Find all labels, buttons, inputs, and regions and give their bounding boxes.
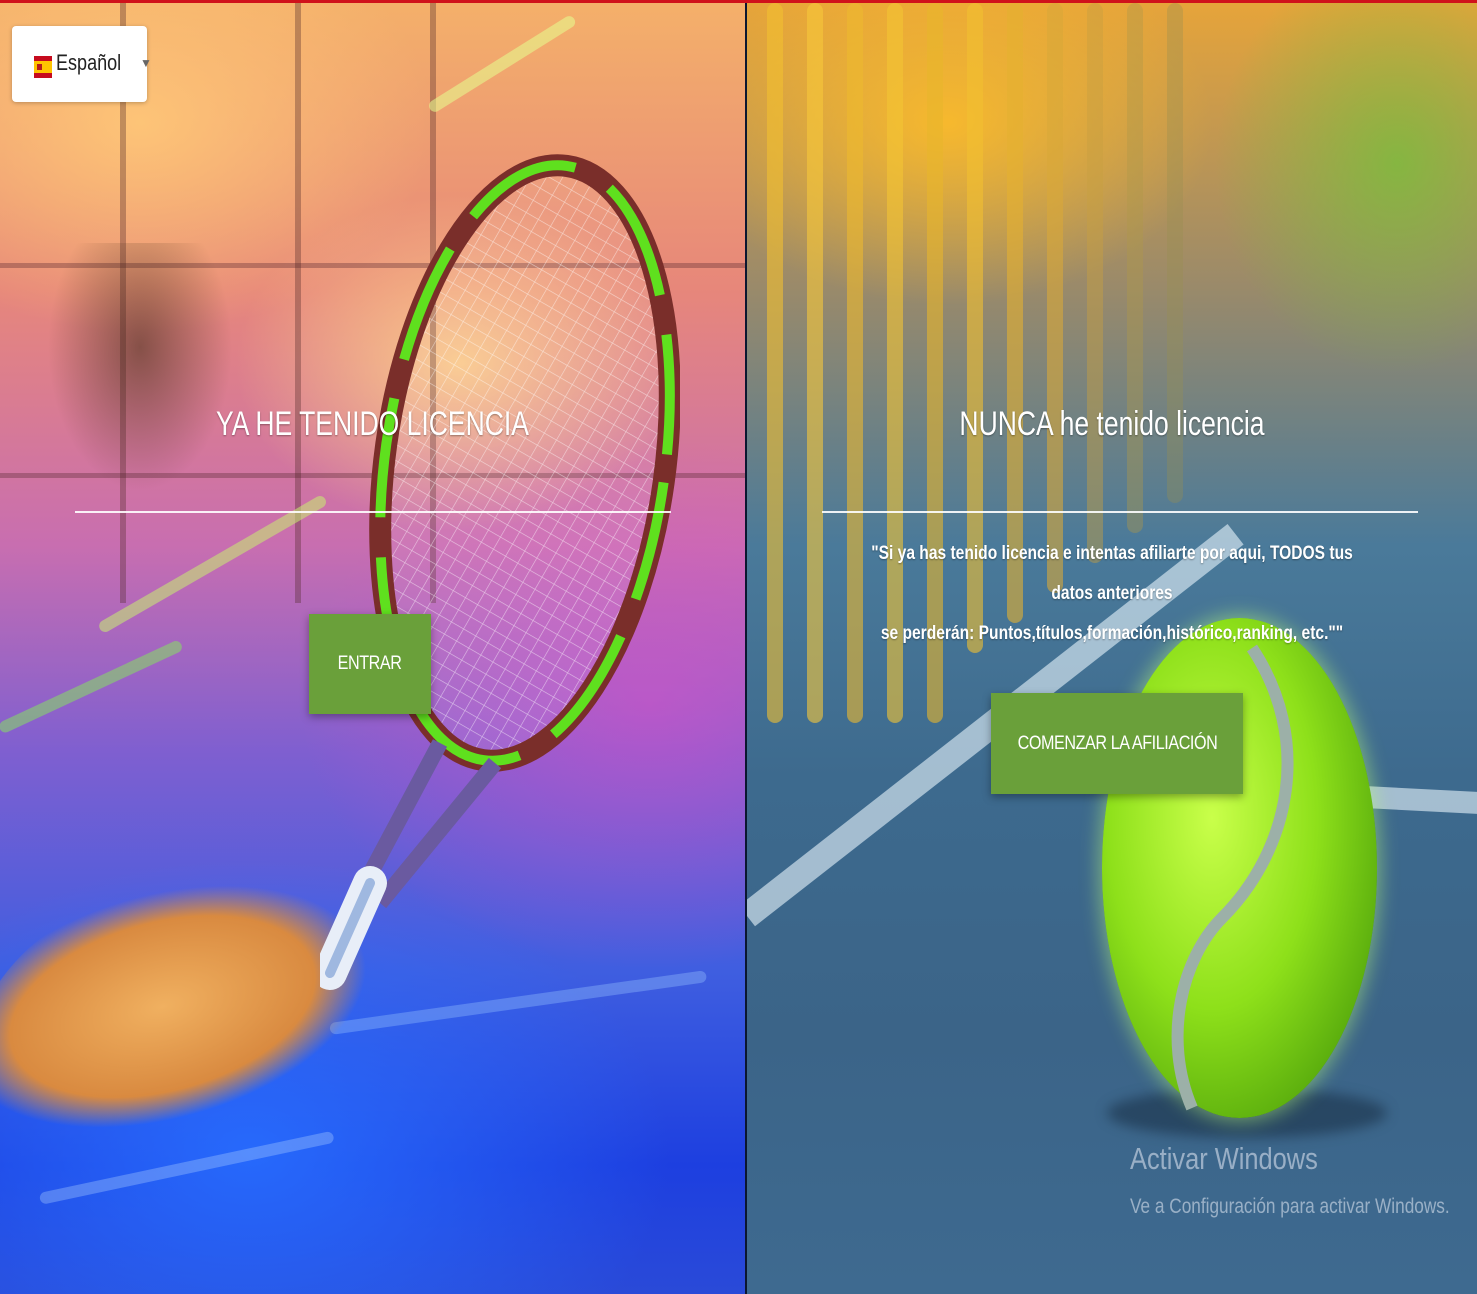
spain-flag-icon	[34, 56, 52, 78]
warning-line-2: se perderán: Puntos,títulos,formación,hi…	[880, 623, 1344, 644]
windows-activation-watermark-title: Activar Windows	[1130, 1141, 1318, 1176]
right-panel-new-license: NUNCA he tenido licencia "Si ya has teni…	[747, 3, 1477, 1294]
warning-message: "Si ya has tenido licencia e intentas af…	[862, 534, 1362, 654]
new-license-title: NUNCA he tenido licencia	[959, 405, 1265, 443]
enter-button[interactable]: ENTRAR	[309, 614, 431, 714]
language-selector[interactable]: Español ▼	[12, 26, 152, 102]
warning-line-1: "Si ya has tenido licencia e intentas af…	[871, 543, 1353, 604]
existing-license-title: YA HE TENIDO LICENCIA	[216, 405, 529, 443]
left-divider-line	[75, 511, 671, 513]
top-accent-bar	[0, 0, 1477, 3]
left-panel-existing-license: YA HE TENIDO LICENCIA ENTRAR	[0, 3, 745, 1294]
start-affiliation-button[interactable]: COMENZAR LA AFILIACIÓN	[991, 693, 1243, 794]
windows-activation-watermark-subtitle: Ve a Configuración para activar Windows.	[1130, 1195, 1450, 1218]
dropdown-arrow-icon: ▼	[140, 56, 152, 70]
right-divider-line	[822, 511, 1418, 513]
tennis-racket-illustration	[320, 146, 680, 990]
language-label: Español	[56, 50, 122, 75]
panel-divider	[745, 3, 747, 1294]
